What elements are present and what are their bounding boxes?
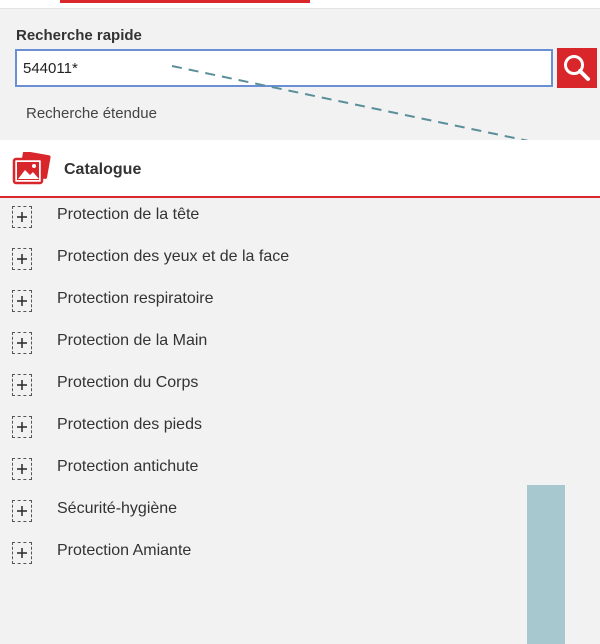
expand-toggle[interactable]	[12, 500, 32, 522]
expand-toggle[interactable]	[12, 374, 32, 396]
highlight-block	[527, 485, 565, 644]
plus-icon	[17, 338, 27, 348]
plus-icon	[17, 422, 27, 432]
catalog-header: Catalogue	[0, 140, 600, 198]
expand-toggle[interactable]	[12, 248, 32, 270]
expand-toggle[interactable]	[12, 416, 32, 438]
catalog-tree-item[interactable]: Protection des yeux et de la face	[12, 248, 392, 278]
image-gallery-icon	[12, 152, 51, 185]
quick-search-input[interactable]	[15, 49, 553, 87]
expand-toggle[interactable]	[12, 332, 32, 354]
catalog-tree-item-label: Sécurité-hygiène	[57, 500, 178, 517]
catalog-tree-item-label: Protection Amiante	[57, 542, 192, 559]
plus-icon	[17, 464, 27, 474]
expand-toggle[interactable]	[12, 542, 32, 564]
catalog-tree-item[interactable]: Protection de la tête	[12, 206, 392, 236]
catalog-title: Catalogue	[64, 161, 142, 178]
advanced-search-link[interactable]: Recherche étendue	[26, 105, 157, 122]
catalog-tree-item-label: Protection du Corps	[57, 374, 199, 391]
catalog-tree-item-label: Protection de la tête	[57, 206, 200, 223]
catalog-tree-item[interactable]: Protection antichute	[12, 458, 392, 488]
catalog-tree-item[interactable]: Sécurité-hygiène	[12, 500, 392, 530]
quick-search-label: Recherche rapide	[16, 27, 142, 44]
catalog-tree-item[interactable]: Protection Amiante	[12, 542, 392, 572]
plus-icon	[17, 212, 27, 222]
catalog-tree-item-label: Protection respiratoire	[57, 290, 214, 307]
catalog-tree-item[interactable]: Protection des pieds	[12, 416, 392, 446]
catalog-tree-item-label: Protection de la Main	[57, 332, 208, 349]
plus-icon	[17, 506, 27, 516]
search-button[interactable]	[557, 48, 597, 88]
plus-icon	[17, 548, 27, 558]
top-accent-line	[60, 0, 310, 3]
catalog-tree-item-label: Protection des pieds	[57, 416, 202, 433]
catalog-tree-item[interactable]: Protection de la Main	[12, 332, 392, 362]
top-strip	[0, 0, 600, 9]
plus-icon	[17, 254, 27, 264]
catalog-tree-item-label: Protection antichute	[57, 458, 199, 475]
expand-toggle[interactable]	[12, 206, 32, 228]
catalog-tree-item[interactable]: Protection respiratoire	[12, 290, 392, 320]
expand-toggle[interactable]	[12, 290, 32, 312]
catalog-tree-item-label: Protection des yeux et de la face	[57, 248, 290, 265]
expand-toggle[interactable]	[12, 458, 32, 480]
magnifier-icon	[564, 55, 590, 81]
plus-icon	[17, 296, 27, 306]
catalog-tree-item[interactable]: Protection du Corps	[12, 374, 392, 404]
plus-icon	[17, 380, 27, 390]
